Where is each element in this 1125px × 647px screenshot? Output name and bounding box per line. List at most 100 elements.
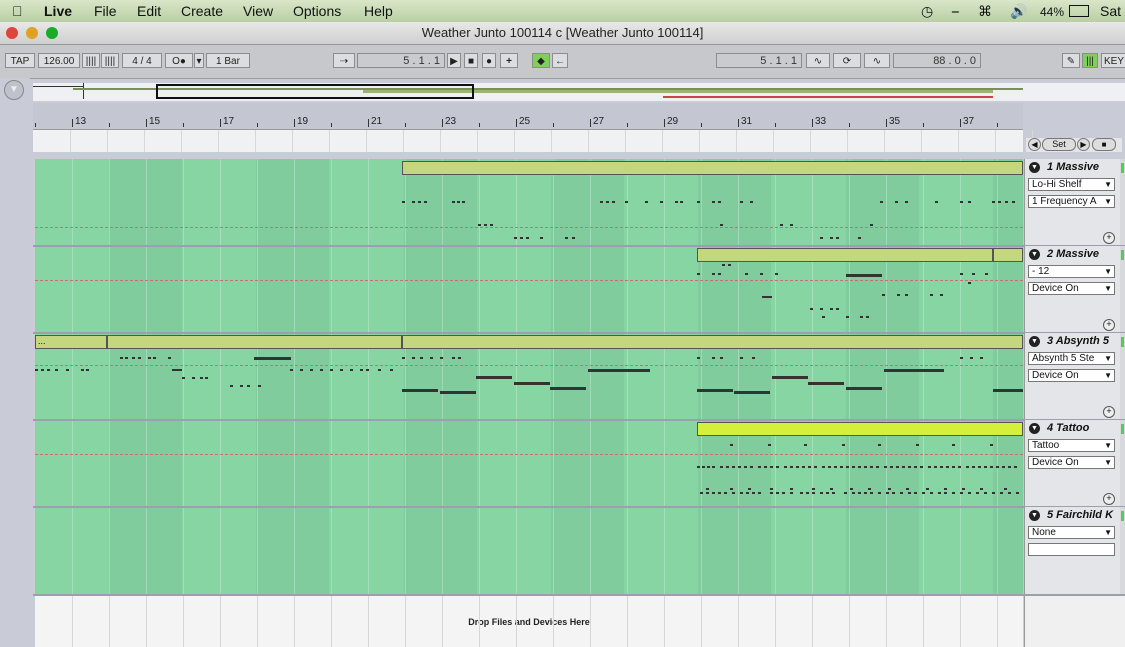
track-name[interactable]: 4 Tattoo [1047, 422, 1089, 434]
track-name[interactable]: 5 Fairchild K [1047, 509, 1113, 521]
clip[interactable] [402, 161, 1023, 175]
loop-length-field[interactable]: 88 . 0 . 0 [893, 53, 981, 68]
track-name[interactable]: 3 Absynth 5 [1047, 335, 1109, 347]
lock-envelopes-icon[interactable]: ■ [1092, 138, 1116, 151]
song-position-field[interactable]: 5 . 1 . 1 [357, 53, 445, 68]
track-fold-icon[interactable]: ▼ [1029, 423, 1040, 434]
midi-note [750, 201, 753, 203]
add-automation-lane-icon[interactable]: + [1103, 319, 1115, 331]
track-activator-strip[interactable] [1120, 159, 1125, 245]
clip[interactable] [402, 335, 1023, 349]
previous-locator-icon[interactable]: ◀ [1028, 138, 1041, 151]
follow-button[interactable]: ⇢ [333, 53, 355, 68]
loop-switch-icon[interactable]: ⟳ [833, 53, 861, 68]
volume-icon[interactable]: 🔊 [1010, 3, 1027, 20]
drop-zone-header [1024, 596, 1125, 647]
clip[interactable]: ... [35, 335, 107, 349]
midi-note [350, 369, 353, 371]
menu-help[interactable]: Help [364, 3, 393, 19]
parameter-chooser[interactable]: Device On ▼ [1028, 282, 1115, 295]
overview-viewport[interactable] [156, 84, 474, 99]
back-to-arrangement-icon[interactable]: ← [552, 53, 568, 68]
bluetooth-icon[interactable] [952, 3, 959, 20]
parameter-chooser-label: Device On [1032, 457, 1079, 468]
midi-note [822, 466, 825, 468]
key-map-button[interactable]: KEY [1101, 53, 1125, 68]
device-chooser[interactable]: Absynth 5 Ste ▼ [1028, 352, 1115, 365]
device-chooser[interactable]: Tattoo ▼ [1028, 439, 1115, 452]
automation-envelope[interactable] [35, 280, 1023, 281]
tap-tempo-button[interactable]: TAP [5, 53, 35, 68]
track-activator-strip[interactable] [1120, 246, 1125, 332]
battery-percent[interactable]: 44% [1040, 5, 1064, 19]
clip[interactable] [107, 335, 402, 349]
menu-options[interactable]: Options [293, 3, 341, 19]
loop-start-field[interactable]: 5 . 1 . 1 [716, 53, 802, 68]
midi-note [738, 466, 741, 468]
chevron-down-icon: ▼ [1104, 284, 1112, 293]
tempo-field[interactable]: 126.00 [38, 53, 80, 68]
automation-arm-icon[interactable]: ◆ [532, 53, 550, 68]
add-automation-lane-icon[interactable]: + [1103, 406, 1115, 418]
browser-toggle-icon[interactable]: ▼ [4, 80, 24, 100]
parameter-chooser[interactable]: 1 Frequency A ▼ [1028, 195, 1115, 208]
play-icon[interactable]: ▶ [447, 53, 461, 68]
track-activator-strip[interactable] [1120, 420, 1125, 506]
clip[interactable] [697, 422, 1023, 436]
track-name[interactable]: 1 Massive [1047, 161, 1099, 173]
device-chooser[interactable]: - 12 ▼ [1028, 265, 1115, 278]
loop-brace-strip[interactable] [33, 129, 1033, 152]
punch-in-icon[interactable]: ∿ [806, 53, 830, 68]
clip[interactable] [993, 248, 1023, 262]
track-fold-icon[interactable]: ▼ [1029, 162, 1040, 173]
menu-app-live[interactable]: Live [44, 3, 72, 19]
nudge-down-button[interactable]: |||| [82, 53, 100, 68]
drop-zone[interactable]: Drop Files and Devices Here [35, 596, 1035, 647]
grid-line [773, 130, 774, 152]
automation-envelope[interactable] [35, 227, 1023, 228]
quantize-menu[interactable]: 1 Bar [206, 53, 250, 68]
menu-create[interactable]: Create [181, 3, 223, 19]
nudge-up-button[interactable]: |||| [101, 53, 119, 68]
overdub-plus-icon[interactable]: + [500, 53, 518, 68]
menubar-day[interactable]: Sat [1100, 3, 1121, 19]
track-fold-icon[interactable]: ▼ [1029, 249, 1040, 260]
menu-file[interactable]: File [94, 3, 117, 19]
arrangement-overview[interactable] [33, 83, 1125, 101]
automation-envelope[interactable] [35, 365, 1023, 366]
track-activator-strip[interactable] [1120, 507, 1125, 594]
beat-time-ruler[interactable]: 13 15 17 19 21 23 25 27 29 31 33 35 37 [33, 103, 1023, 129]
computer-midi-icon[interactable]: ||| [1082, 53, 1098, 68]
track-activator-strip[interactable] [1120, 333, 1125, 419]
clip[interactable] [697, 248, 993, 262]
battery-icon[interactable] [1069, 5, 1089, 17]
track-fold-icon[interactable]: ▼ [1029, 510, 1040, 521]
metronome-menu-button[interactable]: ▾ [194, 53, 204, 68]
time-machine-icon[interactable]: ◷ [921, 3, 933, 20]
wifi-icon[interactable]: ⌘ [978, 3, 992, 20]
menu-edit[interactable]: Edit [137, 3, 161, 19]
stop-icon[interactable]: ■ [464, 53, 478, 68]
set-locator-button[interactable]: Set [1042, 138, 1076, 151]
parameter-chooser[interactable]: Device On ▼ [1028, 369, 1115, 382]
track-name[interactable]: 2 Massive [1047, 248, 1099, 260]
record-icon[interactable]: ● [482, 53, 496, 68]
parameter-chooser[interactable]: Device On ▼ [1028, 456, 1115, 469]
punch-out-icon[interactable]: ∿ [864, 53, 890, 68]
track-fold-icon[interactable]: ▼ [1029, 336, 1040, 347]
parameter-chooser[interactable] [1028, 543, 1115, 556]
time-signature-field[interactable]: 4 / 4 [122, 53, 162, 68]
apple-icon[interactable]:  [12, 3, 23, 19]
add-automation-lane-icon[interactable]: + [1103, 232, 1115, 244]
device-chooser[interactable]: None ▼ [1028, 526, 1115, 539]
add-automation-lane-icon[interactable]: + [1103, 493, 1115, 505]
device-chooser[interactable]: Lo-Hi Shelf ▼ [1028, 178, 1115, 191]
midi-note [772, 376, 808, 379]
next-locator-icon[interactable]: ▶ [1077, 138, 1090, 151]
menu-view[interactable]: View [243, 3, 273, 19]
metronome-button[interactable]: O● [165, 53, 193, 68]
grid-line [810, 130, 811, 152]
automation-envelope[interactable] [35, 454, 1023, 455]
track-lane-5[interactable] [35, 507, 1067, 594]
draw-mode-icon[interactable]: ✎ [1062, 53, 1080, 68]
